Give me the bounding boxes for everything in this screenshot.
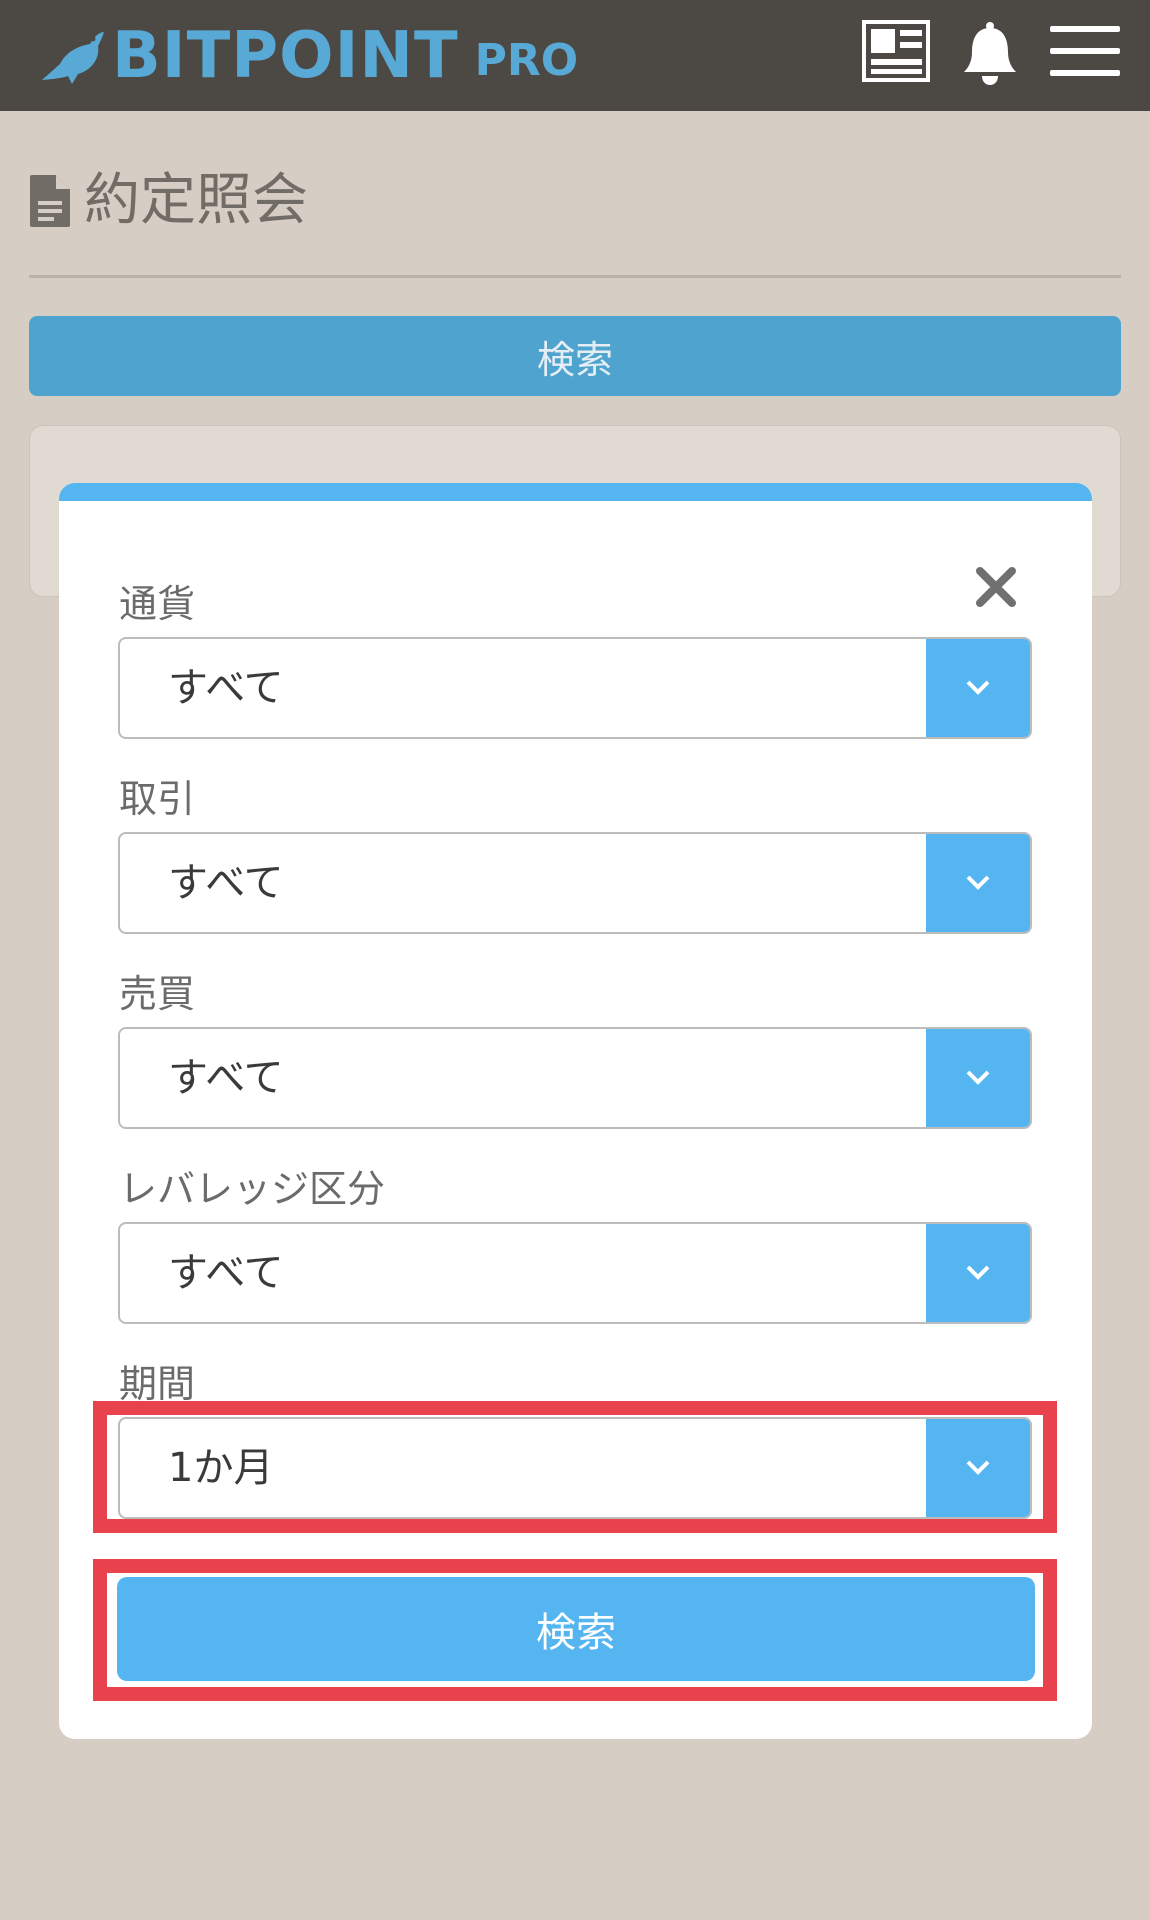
select-value: すべて [168, 860, 284, 906]
select-arrow[interactable] [926, 1224, 1030, 1322]
chevron-down-icon [966, 680, 990, 695]
buy-sell-label: 売買 [119, 972, 196, 1016]
news-icon[interactable] [862, 20, 930, 82]
modal-top-bar [59, 483, 1092, 501]
document-icon [30, 175, 70, 227]
leverage-select[interactable]: すべて [118, 1222, 1032, 1324]
logo-text: BITPOINT [112, 19, 459, 93]
close-button[interactable] [974, 565, 1018, 609]
select-value: すべて [168, 1055, 284, 1101]
select-arrow[interactable] [926, 834, 1030, 932]
select-arrow[interactable] [926, 639, 1030, 737]
logo[interactable]: BITPOINT PRO [38, 14, 578, 98]
search-highlight-box [93, 1559, 1057, 1701]
trade-label: 取引 [119, 777, 196, 821]
chevron-down-icon [966, 875, 990, 890]
period-highlight-box [93, 1401, 1057, 1533]
chevron-down-icon [966, 1070, 990, 1085]
close-icon [976, 567, 1016, 607]
bell-icon[interactable] [962, 20, 1018, 86]
trade-select[interactable]: すべて [118, 832, 1032, 934]
select-value: すべて [168, 1250, 284, 1296]
search-toggle-button[interactable]: 検索 [29, 316, 1121, 396]
buy-sell-select[interactable]: すべて [118, 1027, 1032, 1129]
leverage-label: レバレッジ区分 [119, 1167, 386, 1211]
bird-logo-icon [42, 32, 104, 84]
divider [29, 275, 1121, 278]
page-title-text: 約定照会 [84, 168, 308, 233]
app-header: BITPOINT PRO [0, 0, 1150, 111]
period-label: 期間 [119, 1362, 196, 1406]
logo-suffix: PRO [474, 35, 579, 86]
menu-icon[interactable] [1048, 20, 1122, 82]
search-modal: 通貨 すべて 取引 すべて 売買 すべて レバレッジ区分 すべて 期間 1か月 [59, 483, 1092, 1739]
select-value: すべて [168, 665, 284, 711]
select-arrow[interactable] [926, 1029, 1030, 1127]
currency-select[interactable]: すべて [118, 637, 1032, 739]
currency-label: 通貨 [119, 582, 196, 626]
chevron-down-icon [966, 1265, 990, 1280]
page-title: 約定照会 [28, 166, 308, 236]
